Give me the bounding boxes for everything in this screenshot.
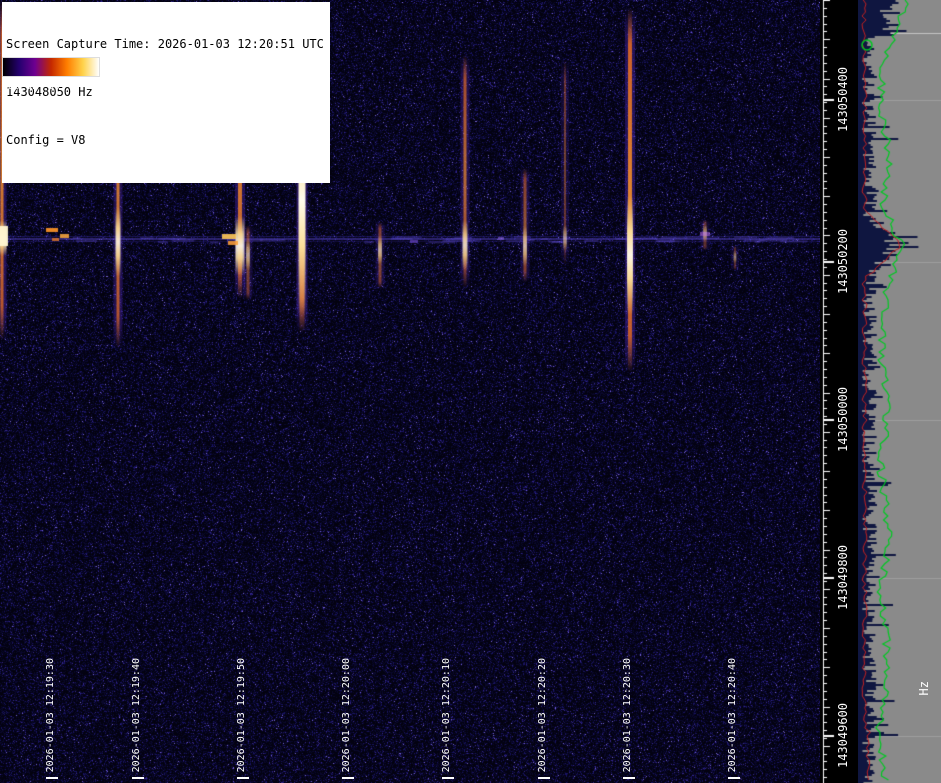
time-axis-tick	[623, 777, 635, 779]
frequency-unit-label: Hz	[917, 681, 931, 696]
freq-axis-label: 143050000	[836, 387, 850, 453]
time-axis-label: 2026-01-03 12:20:10	[441, 657, 452, 772]
time-axis-label: 2026-01-03 12:19:40	[131, 657, 142, 772]
legend-label-mid: -60	[42, 81, 61, 92]
time-axis-tick	[442, 777, 454, 779]
config-text: Config = V8	[6, 133, 86, 147]
time-axis-tick	[728, 777, 740, 779]
time-axis-label: 2026-01-03 12:20:20	[537, 657, 548, 772]
freq-axis-label: 143050200	[836, 229, 850, 295]
color-gradient-bar	[2, 57, 100, 77]
live-spectrum-panel	[858, 0, 941, 783]
time-axis-label: 2026-01-03 12:19:30	[45, 657, 56, 772]
time-axis-label: 2026-01-03 12:20:40	[727, 657, 738, 772]
time-axis-label: 2026-01-03 12:20:30	[622, 657, 633, 772]
legend-labels: -80 dB -60 -40	[2, 81, 102, 93]
time-axis-label: 2026-01-03 12:19:50	[236, 657, 247, 772]
time-axis-tick	[538, 777, 550, 779]
legend-label-max: -40	[78, 81, 97, 92]
spectrum-lab-screen: Screen Capture Time: 2026-01-03 12:20:51…	[0, 0, 941, 783]
time-axis-tick	[342, 777, 354, 779]
time-axis-label: 2026-01-03 12:20:00	[341, 657, 352, 772]
time-axis-tick	[46, 777, 58, 779]
time-axis-tick	[237, 777, 249, 779]
freq-axis-label: 143050400	[836, 67, 850, 133]
capture-time-text: Screen Capture Time: 2026-01-03 12:20:51…	[6, 37, 324, 51]
freq-axis-label: 143049600	[836, 703, 850, 769]
freq-axis-label: 143049800	[836, 545, 850, 611]
time-axis-tick	[132, 777, 144, 779]
color-scale-legend: -80 dB -60 -40	[2, 57, 102, 93]
legend-label-min: -80 dB	[2, 81, 39, 92]
